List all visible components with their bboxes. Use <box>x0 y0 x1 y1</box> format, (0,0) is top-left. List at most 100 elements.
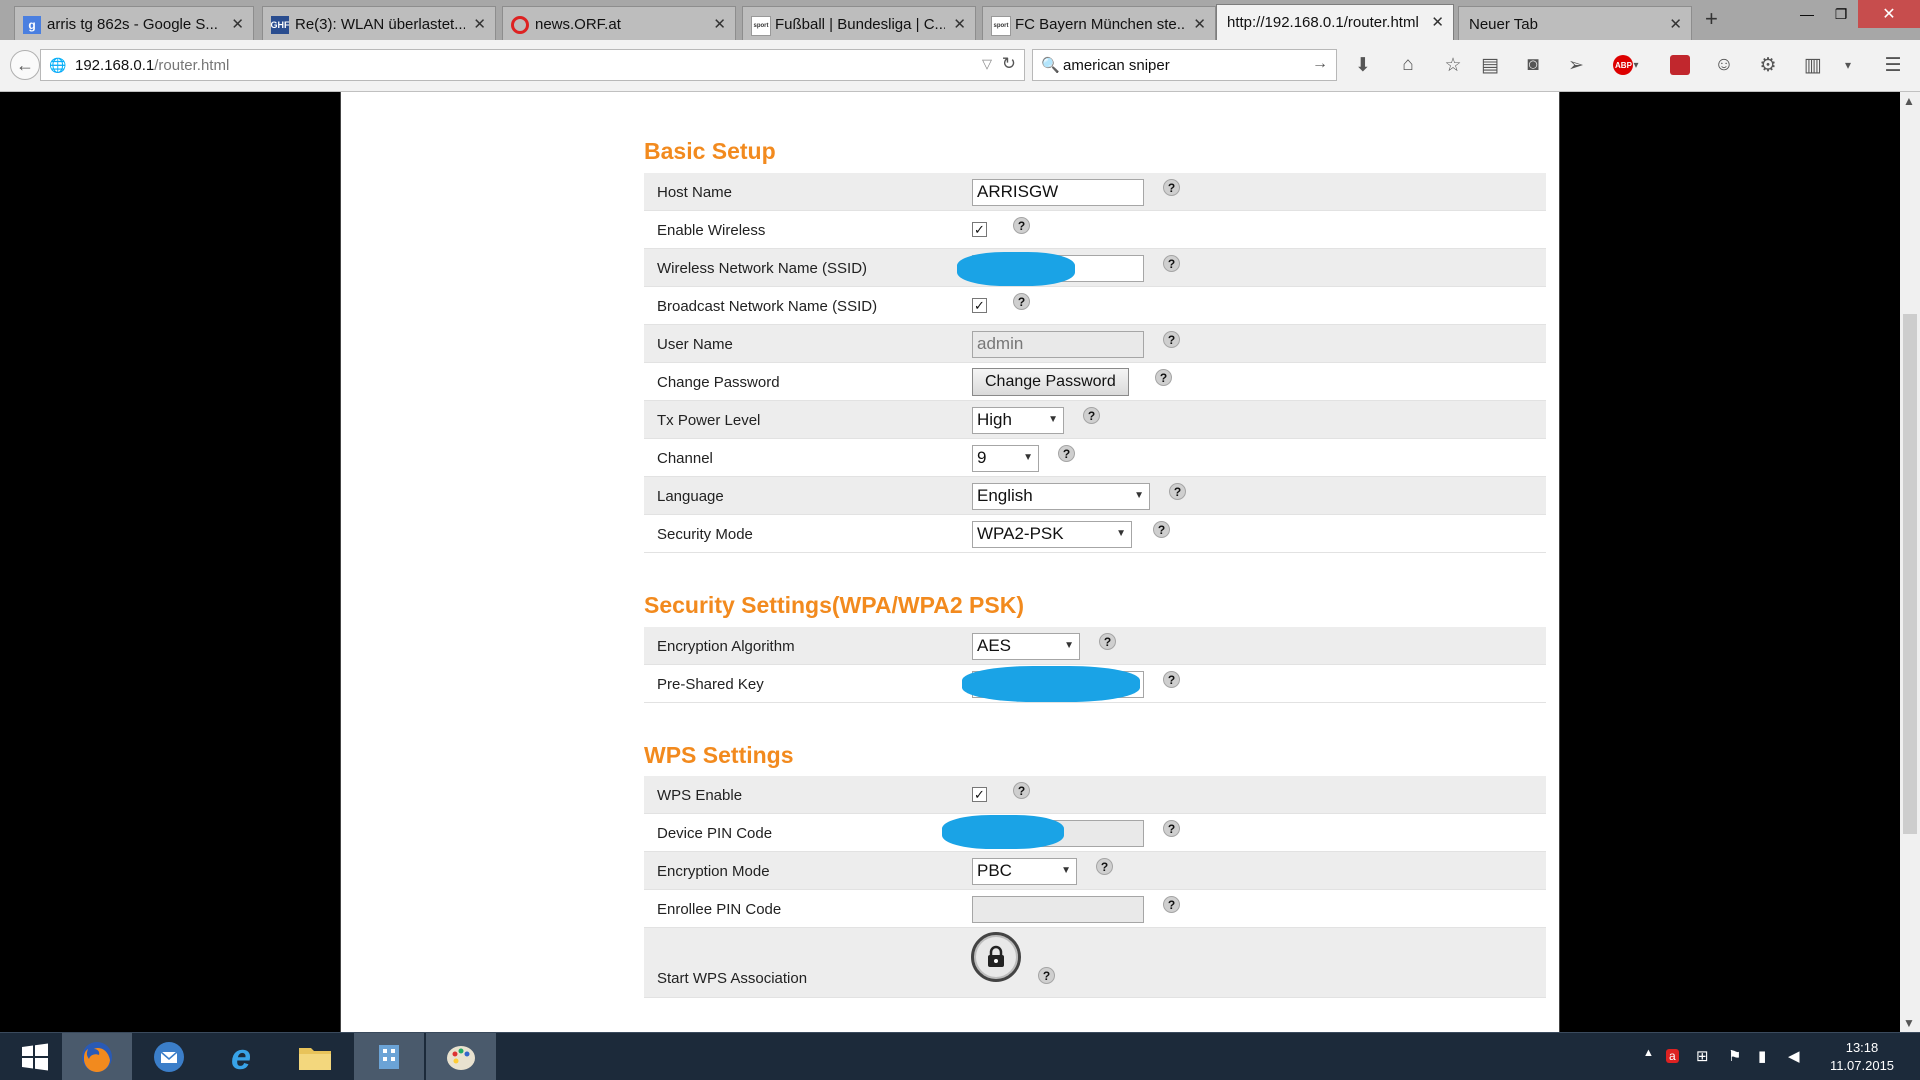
channel-select[interactable]: 9 ▼ <box>972 445 1039 472</box>
chat-icon[interactable]: ☺ <box>1711 52 1737 78</box>
help-icon[interactable]: ? <box>1163 671 1180 688</box>
help-icon[interactable]: ? <box>1153 521 1170 538</box>
tab-new-tab[interactable]: Neuer Tab ✕ <box>1458 6 1692 40</box>
extension-red-icon[interactable] <box>1667 52 1693 78</box>
antivirus-icon[interactable]: a <box>1666 1047 1679 1064</box>
help-icon[interactable]: ? <box>1013 217 1030 234</box>
tab-google-search[interactable]: g arris tg 862s - Google S... ✕ <box>14 6 254 40</box>
url-bar[interactable]: 🌐 192.168.0.1/router.html ▽ ↻ <box>40 49 1025 81</box>
windows-flag-tray-icon[interactable]: ⊞ <box>1696 1047 1709 1065</box>
encryption-mode-row: Encryption Mode PBC ▼ ? <box>644 852 1546 890</box>
channel-value: 9 <box>977 448 987 467</box>
help-icon[interactable]: ? <box>1096 858 1113 875</box>
pocket-icon[interactable]: ◙ <box>1520 52 1546 78</box>
taskbar-firefox[interactable] <box>62 1033 132 1080</box>
url-host: 192.168.0.1 <box>75 57 155 74</box>
taskbar-thunderbird[interactable] <box>134 1033 204 1080</box>
security-mode-row: Security Mode WPA2-PSK ▼ ? <box>644 515 1546 553</box>
close-icon[interactable]: ✕ <box>1669 15 1682 33</box>
taskbar-internet-explorer[interactable]: e <box>206 1033 276 1080</box>
url-path: /router.html <box>154 57 230 74</box>
overflow-dropdown-icon[interactable]: ▾ <box>1835 52 1861 78</box>
help-icon[interactable]: ? <box>1058 445 1075 462</box>
help-icon[interactable]: ? <box>1083 407 1100 424</box>
hamburger-menu-icon[interactable]: ☰ <box>1880 52 1906 78</box>
language-row: Language English ▼ ? <box>644 477 1546 515</box>
clipboard-icon[interactable]: ▥ <box>1800 52 1826 78</box>
tab-title: FC Bayern München ste... <box>1015 16 1185 33</box>
broadcast-ssid-checkbox[interactable]: ✓ <box>972 298 987 313</box>
download-icon[interactable]: ⬇ <box>1350 52 1376 78</box>
enrollee-pin-label: Enrollee PIN Code <box>657 901 782 918</box>
page-scrollbar[interactable]: ▲ ▼ <box>1900 92 1920 1032</box>
language-select[interactable]: English ▼ <box>972 483 1150 510</box>
taskbar-app-building[interactable] <box>354 1033 424 1080</box>
adblock-plus-icon[interactable]: ABP ▾ <box>1608 52 1644 78</box>
encryption-mode-select[interactable]: PBC ▼ <box>972 858 1077 885</box>
chevron-down-icon: ▼ <box>1023 452 1033 463</box>
close-icon[interactable]: ✕ <box>713 15 726 33</box>
tab-bar: g arris tg 862s - Google S... ✕ GHF Re(3… <box>0 0 1920 40</box>
enable-wireless-row: Enable Wireless ✓ ? <box>644 211 1546 249</box>
enable-wireless-checkbox[interactable]: ✓ <box>972 222 987 237</box>
tab-fc-bayern[interactable]: sport FC Bayern München ste... ✕ <box>982 6 1216 40</box>
taskbar-paint[interactable] <box>426 1033 496 1080</box>
building-app-icon <box>379 1044 399 1069</box>
security-mode-select[interactable]: WPA2-PSK ▼ <box>972 521 1132 548</box>
tab-bundesliga[interactable]: sport Fußball | Bundesliga | C... ✕ <box>742 6 976 40</box>
encryption-algorithm-label: Encryption Algorithm <box>657 638 795 655</box>
help-icon[interactable]: ? <box>1169 483 1186 500</box>
help-icon[interactable]: ? <box>1013 782 1030 799</box>
search-go-arrow-icon[interactable]: → <box>1312 55 1328 73</box>
windows-start-button[interactable] <box>0 1033 70 1080</box>
close-icon[interactable]: ✕ <box>953 15 966 33</box>
tab-wlan-forum[interactable]: GHF Re(3): WLAN überlastet... ✕ <box>262 6 496 40</box>
close-icon[interactable]: ✕ <box>1431 13 1444 31</box>
help-icon[interactable]: ? <box>1163 896 1180 913</box>
share-icon[interactable]: ⚙ <box>1755 52 1781 78</box>
bookmark-star-icon[interactable]: ☆ <box>1440 52 1466 78</box>
help-icon[interactable]: ? <box>1163 820 1180 837</box>
url-history-dropdown-icon[interactable]: ▽ <box>982 56 992 72</box>
new-tab-plus-icon[interactable]: + <box>1705 6 1718 32</box>
close-icon[interactable]: ✕ <box>231 15 244 33</box>
close-icon[interactable]: ✕ <box>1193 15 1206 33</box>
taskbar-file-explorer[interactable] <box>280 1033 350 1080</box>
help-icon[interactable]: ? <box>1013 293 1030 310</box>
volume-icon[interactable]: ◀ <box>1788 1047 1800 1065</box>
search-input[interactable]: american sniper <box>1063 57 1170 74</box>
search-bar[interactable]: 🔍 american sniper → <box>1032 49 1337 81</box>
tx-power-select[interactable]: High ▼ <box>972 407 1064 434</box>
help-icon[interactable]: ? <box>1163 255 1180 272</box>
action-center-flag-icon[interactable]: ⚑ <box>1728 1047 1741 1065</box>
wps-start-lock-button[interactable] <box>971 932 1021 982</box>
window-close-icon[interactable]: ✕ <box>1858 0 1920 28</box>
change-password-button[interactable]: Change Password <box>972 368 1129 396</box>
tray-overflow-arrow-icon[interactable]: ▲ <box>1643 1047 1654 1059</box>
help-icon[interactable]: ? <box>1099 633 1116 650</box>
close-icon[interactable]: ✕ <box>473 15 486 33</box>
help-icon[interactable]: ? <box>1163 331 1180 348</box>
host-name-input[interactable]: ARRISGW <box>972 179 1144 206</box>
tab-orf-news[interactable]: news.ORF.at ✕ <box>502 6 736 40</box>
home-icon[interactable]: ⌂ <box>1395 52 1421 78</box>
user-name-input: admin <box>972 331 1144 358</box>
system-clock[interactable]: 13:18 11.07.2015 <box>1812 1039 1912 1075</box>
wps-enable-checkbox[interactable]: ✓ <box>972 787 987 802</box>
help-icon[interactable]: ? <box>1163 179 1180 196</box>
firefox-icon <box>82 1041 112 1072</box>
help-icon[interactable]: ? <box>1038 967 1055 984</box>
tab-router-active[interactable]: http://192.168.0.1/router.html ✕ <box>1216 4 1454 40</box>
back-arrow-icon[interactable]: ← <box>10 50 40 80</box>
encryption-algorithm-select[interactable]: AES ▼ <box>972 633 1080 660</box>
reading-list-icon[interactable]: ▤ <box>1477 52 1503 78</box>
page-viewport: Basic Setup Host Name ARRISGW ? Enable W… <box>0 92 1900 1032</box>
reload-icon[interactable]: ↻ <box>1002 54 1016 74</box>
pre-shared-key-row: Pre-Shared Key ? <box>644 665 1546 703</box>
network-icon[interactable]: ▮ <box>1758 1047 1766 1065</box>
scrollbar-thumb[interactable] <box>1903 314 1917 834</box>
scroll-down-arrow-icon[interactable]: ▼ <box>1903 1016 1915 1030</box>
send-icon[interactable]: ➢ <box>1563 52 1589 78</box>
scroll-up-arrow-icon[interactable]: ▲ <box>1903 94 1915 108</box>
help-icon[interactable]: ? <box>1155 369 1172 386</box>
